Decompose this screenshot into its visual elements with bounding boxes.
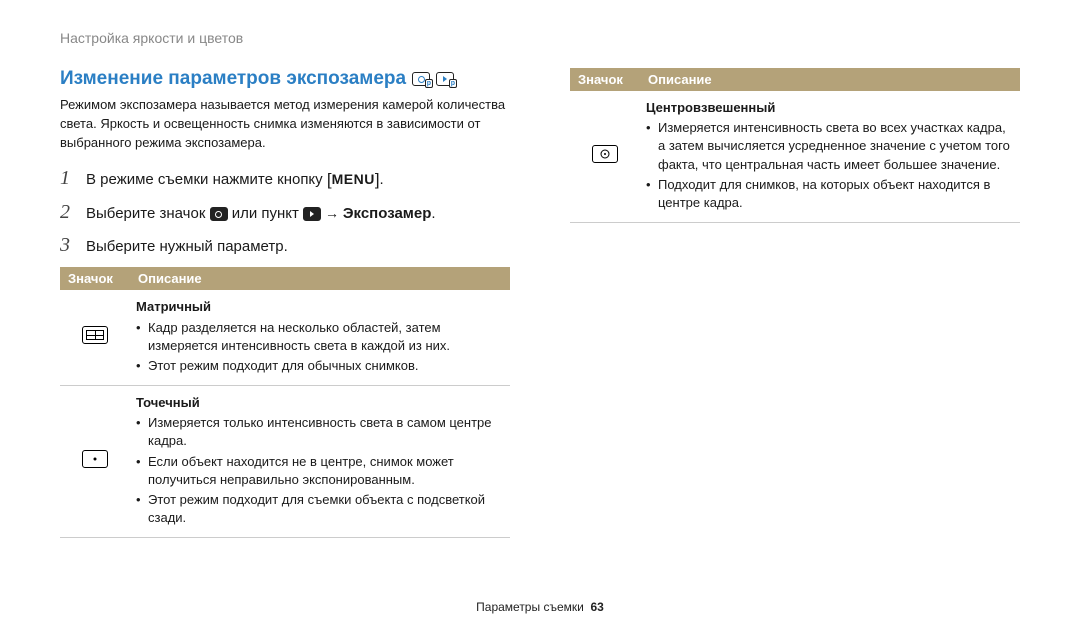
header-desc: Описание	[640, 68, 1020, 91]
matrix-icon	[82, 326, 108, 344]
step-2-target: Экспозамер	[343, 205, 432, 222]
table-row: Матричный Кадр разделяется на несколько …	[60, 290, 510, 385]
camera-icon-dark	[210, 207, 228, 221]
video-icon-dark	[303, 207, 321, 221]
bullet-list: Измеряется только интенсивность света в …	[136, 414, 504, 527]
left-column: Изменение параметров экспозамера p p Реж…	[60, 68, 510, 538]
mode-title: Центровзвешенный	[646, 99, 1014, 117]
arrow-icon: →	[321, 205, 343, 221]
intro-paragraph: Режимом экспозамера называется метод изм…	[60, 96, 510, 153]
spot-icon	[82, 450, 108, 468]
step-number: 1	[60, 167, 76, 190]
right-column: Значок Описание Центровзвешенный Измеряе…	[570, 68, 1020, 538]
icon-cell	[60, 386, 130, 538]
icon-cell	[60, 290, 130, 385]
step-text: Выберите значок или пункт → Экспозамер.	[86, 203, 436, 224]
step-number: 2	[60, 201, 76, 224]
bullet-item: Подходит для снимков, на которых объект …	[646, 176, 1014, 212]
step-text: В режиме съемки нажмите кнопку [MENU].	[86, 168, 384, 192]
step-1-suffix: .	[380, 171, 384, 188]
step-2-pre: Выберите значок	[86, 205, 210, 222]
step-2-dot: .	[431, 205, 435, 222]
section-title: Изменение параметров экспозамера p p	[60, 68, 454, 90]
table-row: Центровзвешенный Измеряется интенсивност…	[570, 91, 1020, 223]
table-header: Значок Описание	[570, 68, 1020, 91]
mode-title: Матричный	[136, 298, 504, 316]
header-desc: Описание	[130, 267, 510, 290]
bullet-item: Измеряется интенсивность света во всех у…	[646, 119, 1014, 174]
step-2: 2 Выберите значок или пункт → Экспозамер…	[60, 201, 510, 224]
mode-title: Точечный	[136, 394, 504, 412]
video-mode-icon: p	[436, 72, 454, 86]
page-footer: Параметры съемки 63	[0, 600, 1080, 614]
table-row: Точечный Измеряется только интенсивность…	[60, 386, 510, 538]
camera-mode-icon: p	[412, 72, 430, 86]
bullet-list: Измеряется интенсивность света во всех у…	[646, 119, 1014, 212]
two-column-layout: Изменение параметров экспозамера p p Реж…	[60, 68, 1020, 538]
desc-cell: Центровзвешенный Измеряется интенсивност…	[640, 91, 1020, 223]
steps-list: 1 В режиме съемки нажмите кнопку [MENU].…	[60, 167, 510, 258]
center-weighted-icon	[592, 145, 618, 163]
step-3: 3 Выберите нужный параметр.	[60, 234, 510, 257]
bullet-list: Кадр разделяется на несколько областей, …	[136, 319, 504, 376]
page-number: 63	[591, 600, 604, 614]
breadcrumb: Настройка яркости и цветов	[60, 30, 1020, 46]
desc-cell: Точечный Измеряется только интенсивность…	[130, 386, 510, 538]
step-1-prefix: В режиме съемки нажмите кнопку	[86, 171, 327, 188]
metering-table-left: Значок Описание Матричный Кадр разделяет…	[60, 267, 510, 538]
step-text: Выберите нужный параметр.	[86, 236, 288, 257]
section-title-text: Изменение параметров экспозамера	[60, 68, 406, 90]
table-header: Значок Описание	[60, 267, 510, 290]
footer-label: Параметры съемки	[476, 600, 584, 614]
step-number: 3	[60, 234, 76, 257]
menu-button-label: MENU	[332, 170, 375, 190]
bullet-item: Этот режим подходит для обычных снимков.	[136, 357, 504, 375]
bullet-item: Измеряется только интенсивность света в …	[136, 414, 504, 450]
bullet-item: Кадр разделяется на несколько областей, …	[136, 319, 504, 355]
bullet-item: Если объект находится не в центре, снимо…	[136, 453, 504, 489]
metering-table-right: Значок Описание Центровзвешенный Измеряе…	[570, 68, 1020, 223]
header-icon: Значок	[570, 68, 640, 91]
bullet-item: Этот режим подходит для съемки объекта с…	[136, 491, 504, 527]
icon-cell	[570, 91, 640, 223]
step-1: 1 В режиме съемки нажмите кнопку [MENU].	[60, 167, 510, 192]
header-icon: Значок	[60, 267, 130, 290]
step-2-mid: или пункт	[228, 205, 304, 222]
desc-cell: Матричный Кадр разделяется на несколько …	[130, 290, 510, 385]
